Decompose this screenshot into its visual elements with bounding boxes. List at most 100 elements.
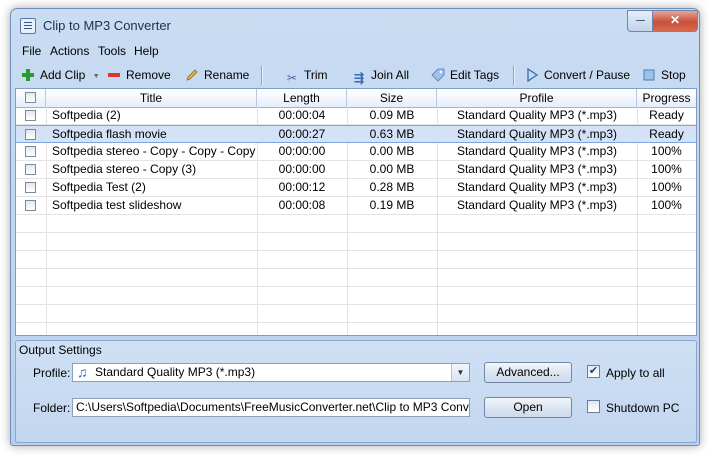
select-all-header[interactable] (16, 89, 46, 107)
cell-length: 00:00:12 (278, 180, 326, 194)
output-settings-title: Output Settings (19, 343, 102, 357)
trim-button[interactable]: ✂ Trim (285, 66, 328, 85)
join-all-button[interactable]: ⇶ Join All (352, 66, 409, 85)
table-row[interactable]: Softpedia Test (2) 00:00:12 0.28 MB Standar… (16, 179, 696, 197)
advanced-button[interactable]: Advanced... (484, 362, 572, 383)
cell-progress: Ready (649, 127, 684, 141)
title-bar[interactable]: Clip to MP3 Converter ─ ✕ (11, 9, 699, 41)
shutdown-pc-label[interactable]: Shutdown PC (606, 401, 679, 415)
cell-length: 00:00:04 (278, 108, 326, 122)
toolbar-separator (513, 66, 515, 85)
cell-progress: 100% (651, 198, 682, 212)
stop-icon (642, 68, 656, 82)
cell-size: 0.28 MB (369, 180, 415, 194)
window-title: Clip to MP3 Converter (43, 18, 171, 33)
menu-file[interactable]: File (22, 44, 41, 58)
profile-select[interactable]: ♫ Standard Quality MP3 (*.mp3) ▼ (72, 363, 470, 382)
cell-length: 00:00:00 (278, 162, 326, 176)
cell-progress: 100% (651, 144, 682, 158)
minus-icon (107, 68, 121, 82)
chevron-down-icon[interactable]: ▼ (451, 364, 469, 381)
empty-table-row (16, 269, 696, 287)
convert-pause-label: Convert / Pause (544, 68, 631, 82)
profile-select-value: Standard Quality MP3 (*.mp3) (95, 365, 256, 379)
cell-size: 0.00 MB (369, 144, 415, 158)
column-header-size[interactable]: Size (347, 89, 437, 107)
row-checkbox[interactable] (25, 129, 36, 140)
add-clip-button[interactable]: Add Clip ▼ (21, 66, 100, 84)
join-arrows-icon: ⇶ (353, 71, 365, 85)
app-window: Clip to MP3 Converter ─ ✕ File Actions T… (10, 8, 700, 446)
table-row[interactable]: Softpedia test slideshow 00:00:08 0.19 MB S… (16, 197, 696, 215)
clip-list-header: Title Length Size Profile Progress (16, 89, 696, 108)
app-menu-icon[interactable] (20, 18, 36, 34)
table-row[interactable]: Softpedia stereo - Copy - Copy - Copy 00:… (16, 143, 696, 161)
cell-title: Softpedia (2) (52, 108, 121, 122)
cell-title: Softpedia test slideshow (52, 198, 182, 212)
music-note-icon: ♫ (77, 364, 88, 380)
cell-progress: 100% (651, 180, 682, 194)
table-row[interactable]: Softpedia stereo - Copy (3) 00:00:00 0.00 … (16, 161, 696, 179)
edit-tags-label: Edit Tags (450, 68, 500, 82)
play-icon (525, 67, 539, 83)
toolbar-separator (261, 66, 263, 85)
cell-length: 00:00:08 (278, 198, 326, 212)
folder-path-input[interactable]: C:\Users\Softpedia\Documents\FreeMusicCo… (72, 398, 470, 417)
cell-profile: Standard Quality MP3 (*.mp3) (456, 127, 618, 141)
cell-profile: Standard Quality MP3 (*.mp3) (456, 108, 618, 122)
toolbar: Add Clip ▼ Remove Rename ✂ Trim ⇶ Join All… (15, 63, 695, 87)
open-folder-button[interactable]: Open (484, 397, 572, 418)
edit-tags-button[interactable]: Edit Tags (431, 66, 499, 84)
table-row[interactable]: Softpedia (2) 00:00:04 0.09 MB Standard Qua… (16, 107, 696, 125)
output-settings-panel: Output Settings Profile: ♫ Standard Qual… (15, 340, 697, 443)
row-checkbox[interactable] (25, 200, 36, 211)
rename-button[interactable]: Rename (185, 66, 249, 84)
cell-profile: Standard Quality MP3 (*.mp3) (456, 180, 618, 194)
cell-size: 0.63 MB (369, 127, 415, 141)
pencil-icon (185, 68, 199, 82)
select-all-checkbox[interactable] (25, 92, 36, 103)
cell-length: 00:00:27 (278, 127, 326, 141)
close-button[interactable]: ✕ (652, 10, 698, 32)
cell-title: Softpedia flash movie (52, 127, 167, 141)
plus-icon (21, 68, 35, 82)
profile-label: Profile: (33, 366, 71, 380)
apply-to-all-checkbox[interactable]: ✔ (587, 365, 600, 378)
apply-to-all-label[interactable]: Apply to all (606, 366, 665, 380)
cell-progress: Ready (649, 108, 684, 122)
cell-title: Softpedia Test (2) (52, 180, 146, 194)
cell-profile: Standard Quality MP3 (*.mp3) (456, 198, 618, 212)
column-header-profile[interactable]: Profile (437, 89, 637, 107)
cell-size: 0.00 MB (369, 162, 415, 176)
stop-button[interactable]: Stop (642, 66, 686, 84)
column-header-length[interactable]: Length (257, 89, 347, 107)
cell-profile: Standard Quality MP3 (*.mp3) (456, 144, 618, 158)
shutdown-pc-checkbox[interactable] (587, 400, 600, 413)
row-checkbox[interactable] (25, 164, 36, 175)
menu-tools[interactable]: Tools (98, 44, 126, 58)
folder-label: Folder: (33, 401, 71, 415)
row-checkbox[interactable] (25, 110, 36, 121)
menu-help[interactable]: Help (134, 44, 159, 58)
clip-list[interactable]: Title Length Size Profile Progress Softp… (15, 88, 697, 336)
scissors-icon: ✂ (286, 71, 298, 85)
cell-length: 00:00:00 (278, 144, 326, 158)
column-header-progress[interactable]: Progress (637, 89, 696, 107)
add-clip-dropdown-icon[interactable]: ▼ (93, 73, 100, 80)
column-header-title[interactable]: Title (46, 89, 257, 107)
tag-icon (431, 68, 445, 82)
convert-pause-button[interactable]: Convert / Pause (525, 66, 630, 84)
remove-button[interactable]: Remove (107, 66, 171, 84)
table-row[interactable]: Softpedia flash movie 00:00:27 0.63 MB Stan… (16, 125, 696, 143)
cell-size: 0.19 MB (369, 198, 415, 212)
row-checkbox[interactable] (25, 146, 36, 157)
empty-table-row (16, 251, 696, 269)
add-clip-label: Add Clip (40, 68, 86, 82)
cell-profile: Standard Quality MP3 (*.mp3) (456, 162, 618, 176)
rename-label: Rename (204, 68, 250, 82)
remove-label: Remove (126, 68, 171, 82)
menu-actions[interactable]: Actions (50, 44, 89, 58)
row-checkbox[interactable] (25, 182, 36, 193)
minimize-button[interactable]: ─ (627, 10, 654, 32)
empty-table-row (16, 287, 696, 305)
